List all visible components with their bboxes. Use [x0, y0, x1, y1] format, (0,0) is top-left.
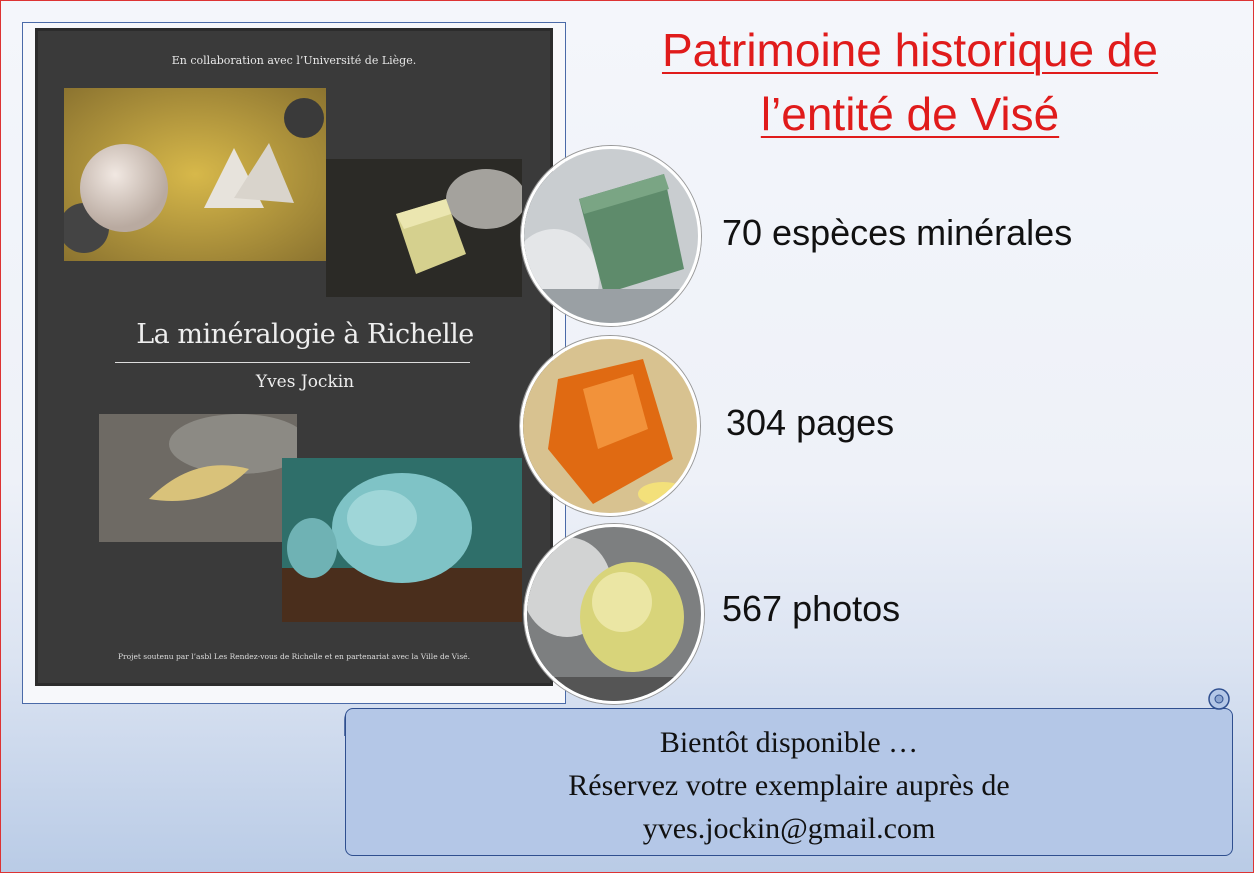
- mineral-photo-turquoise: [282, 458, 522, 622]
- stat-species: 70 espèces minérales: [722, 212, 1073, 253]
- book-title-divider: [115, 362, 470, 363]
- page-title: Patrimoine historique de l’entité de Vis…: [600, 18, 1220, 146]
- book-collaboration-text: En collaboration avec l’Université de Li…: [171, 54, 417, 67]
- book-cover: En collaboration avec l’Université de Li…: [35, 28, 553, 686]
- yellow-mineral-photo-icon: [524, 524, 704, 704]
- mineral-photo-white: [64, 88, 326, 261]
- mineral-photo-pale-crystal: [326, 159, 522, 297]
- banner-reserve-text: Réservez votre exemplaire auprès de: [568, 769, 1010, 802]
- availability-banner: Bientôt disponible … Réservez votre exem…: [345, 708, 1233, 856]
- book-footer-text: Projet soutenu par l’asbl Les Rendez-vou…: [117, 652, 471, 661]
- stat-pages: 304 pages: [726, 402, 895, 443]
- stat-photos: 567 photos: [722, 588, 901, 629]
- banner-availability-text: Bientôt disponible …: [659, 726, 919, 759]
- orange-mineral-photo-icon: [520, 336, 700, 516]
- book-author: Yves Jockin: [255, 372, 355, 392]
- title-line-2: l’entité de Visé: [760, 88, 1060, 140]
- green-mineral-photo-icon: [521, 146, 701, 326]
- mineral-photo-yellow-blade: [99, 414, 297, 542]
- scroll-curl-right: [1208, 688, 1230, 710]
- title-line-1: Patrimoine historique de: [661, 24, 1159, 76]
- banner-email-link[interactable]: yves.jockin@gmail.com: [346, 807, 1232, 850]
- book-title: La minéralogie à Richelle: [136, 319, 474, 350]
